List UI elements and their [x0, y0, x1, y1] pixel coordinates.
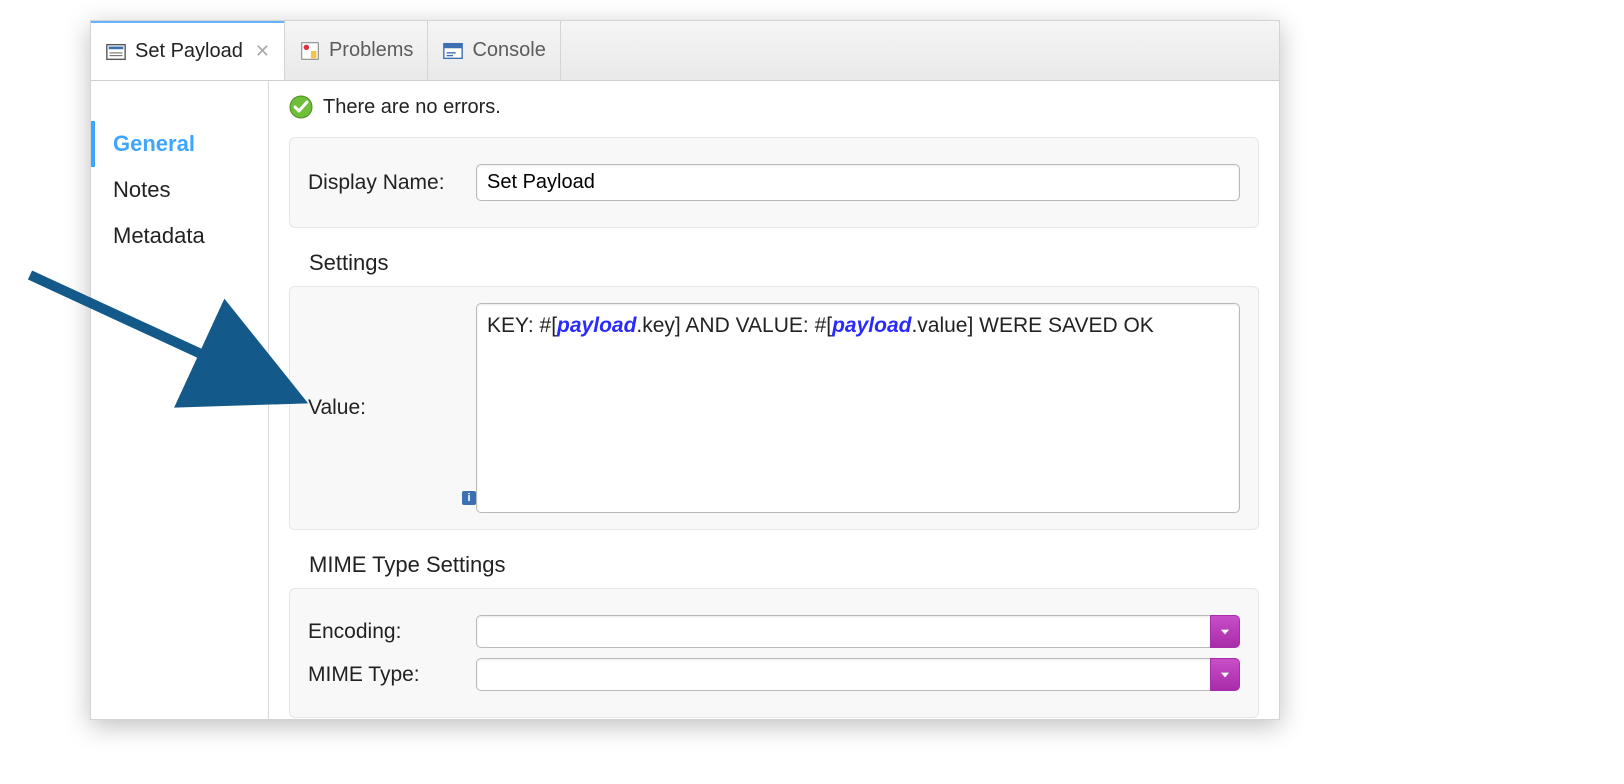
value-label: Value: — [308, 396, 458, 420]
mime-section-label: MIME Type Settings — [309, 552, 1259, 578]
chevron-down-icon[interactable] — [1210, 658, 1240, 691]
encoding-label: Encoding: — [308, 620, 458, 644]
encoding-input[interactable] — [476, 615, 1210, 648]
console-icon — [442, 40, 464, 62]
value-editor[interactable]: KEY: #[payload.key] AND VALUE: #[payload… — [476, 303, 1240, 513]
ok-icon — [289, 95, 313, 119]
side-item-general[interactable]: General — [91, 121, 268, 167]
side-item-notes[interactable]: Notes — [91, 167, 268, 213]
tab-set-payload[interactable]: Set Payload ✕ — [91, 20, 285, 80]
display-name-group: Display Name: — [289, 137, 1259, 228]
mime-group: Encoding: MIME Type: — [289, 588, 1259, 718]
encoding-combo[interactable] — [476, 615, 1240, 648]
side-nav: General Notes Metadata — [91, 81, 269, 719]
mime-type-input[interactable] — [476, 658, 1210, 691]
tab-label: Console — [472, 39, 545, 62]
problems-icon — [299, 40, 321, 62]
settings-group: Value: KEY: #[payload.key] AND VALUE: #[… — [289, 286, 1259, 530]
tab-label: Set Payload — [135, 40, 243, 63]
tab-bar: Set Payload ✕ Problems Console — [91, 21, 1279, 81]
display-name-input[interactable] — [476, 164, 1240, 201]
side-item-metadata[interactable]: Metadata — [91, 213, 268, 259]
settings-section-label: Settings — [309, 250, 1259, 276]
content-area: There are no errors. Display Name: Setti… — [269, 81, 1279, 719]
display-name-label: Display Name: — [308, 171, 458, 195]
status-text: There are no errors. — [323, 96, 501, 119]
properties-panel: Set Payload ✕ Problems Console General N… — [90, 20, 1280, 720]
body-area: General Notes Metadata There are no erro… — [91, 81, 1279, 719]
mime-type-combo[interactable] — [476, 658, 1240, 691]
status-row: There are no errors. — [289, 95, 1259, 119]
info-icon[interactable]: i — [462, 491, 476, 505]
tab-problems[interactable]: Problems — [285, 21, 428, 80]
close-icon[interactable]: ✕ — [255, 41, 270, 62]
set-payload-icon — [105, 41, 127, 63]
chevron-down-icon[interactable] — [1210, 615, 1240, 648]
tab-label: Problems — [329, 39, 413, 62]
tab-console[interactable]: Console — [428, 21, 560, 80]
mime-type-label: MIME Type: — [308, 663, 458, 687]
